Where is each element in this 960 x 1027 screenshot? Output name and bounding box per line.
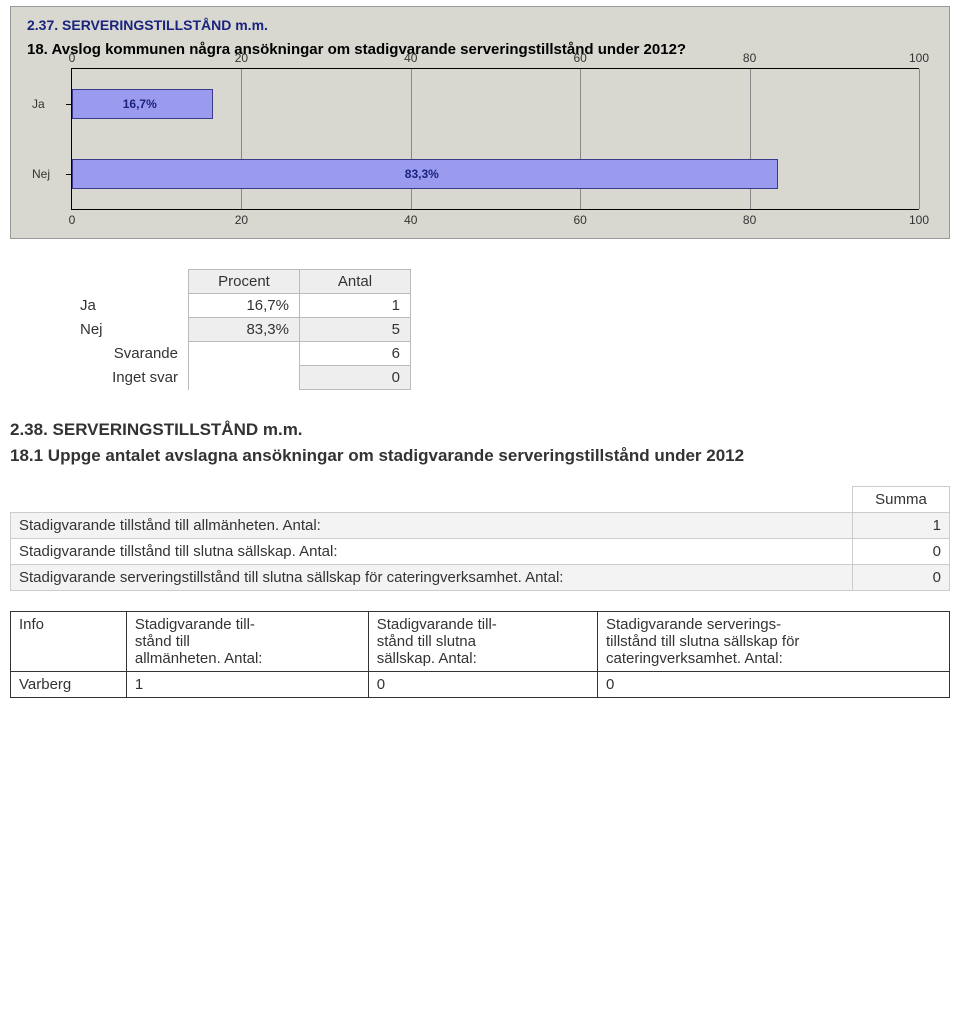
- x-tick-top: 20: [235, 51, 248, 65]
- chart-area: 002020404060608080100100Ja16,7%Nej83,3%: [71, 68, 919, 210]
- x-tick-bottom: 0: [69, 213, 76, 227]
- chart-axes: 002020404060608080100100Ja16,7%Nej83,3%: [71, 68, 919, 210]
- summa-table: Summa Stadigvarande tillstånd till allmä…: [10, 486, 950, 591]
- col-antal: Antal: [300, 270, 411, 294]
- table-row: Varberg 1 0 0: [11, 672, 950, 698]
- x-tick-bottom: 100: [909, 213, 929, 227]
- info-col-2: Stadigvarande serverings- tillstånd till…: [598, 612, 950, 672]
- section-question: 18.1 Uppge antalet avslagna ansökningar …: [10, 446, 950, 466]
- chart-panel: 2.37. SERVERINGSTILLSTÅND m.m. 18. Avslo…: [10, 6, 950, 239]
- procent-antal-table: Procent Antal Ja 16,7% 1 Nej 83,3% 5 Sva…: [70, 269, 411, 390]
- x-tick-bottom: 40: [404, 213, 417, 227]
- x-tick-top: 60: [574, 51, 587, 65]
- x-tick-top: 80: [743, 51, 756, 65]
- table-row: Stadigvarande tillstånd till slutna säll…: [11, 539, 950, 565]
- info-col-1: Stadigvarande till- stånd till slutna sä…: [368, 612, 597, 672]
- info-table: Info Stadigvarande till- stånd till allm…: [10, 611, 950, 698]
- info-col-0: Stadigvarande till- stånd till allmänhet…: [126, 612, 368, 672]
- chart-section-title: 2.37. SERVERINGSTILLSTÅND m.m.: [27, 17, 939, 33]
- section-heading: 2.38. SERVERINGSTILLSTÅND m.m.: [10, 420, 950, 440]
- x-tick-top: 0: [69, 51, 76, 65]
- chart-question: 18. Avslog kommunen några ansökningar om…: [27, 41, 939, 58]
- y-category-label: Nej: [32, 167, 50, 181]
- col-procent: Procent: [189, 270, 300, 294]
- y-category-label: Ja: [32, 97, 45, 111]
- bar-value-label: 16,7%: [123, 97, 157, 111]
- gridline: [919, 69, 920, 209]
- table-row: Svarande 6: [70, 342, 411, 366]
- x-tick-bottom: 20: [235, 213, 248, 227]
- bar-value-label: 83,3%: [405, 167, 439, 181]
- info-corner: Info: [11, 612, 127, 672]
- summa-head: Summa: [853, 487, 950, 513]
- table-row: Inget svar 0: [70, 366, 411, 390]
- table-row: Ja 16,7% 1: [70, 294, 411, 318]
- table-row: Nej 83,3% 5: [70, 318, 411, 342]
- table-row: Stadigvarande tillstånd till allmänheten…: [11, 513, 950, 539]
- x-tick-top: 100: [909, 51, 929, 65]
- x-tick-bottom: 80: [743, 213, 756, 227]
- x-tick-top: 40: [404, 51, 417, 65]
- x-tick-bottom: 60: [574, 213, 587, 227]
- table-row: Stadigvarande serveringstillstånd till s…: [11, 565, 950, 591]
